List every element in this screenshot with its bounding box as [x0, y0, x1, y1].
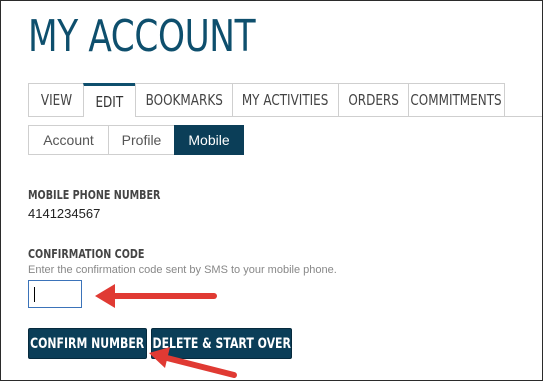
confirm-number-label: CONFIRM NUMBER	[30, 335, 145, 352]
tab-commitments[interactable]: COMMITMENTS	[408, 83, 505, 116]
annotation-arrow-icon	[95, 284, 217, 308]
page-title: MY ACCOUNT	[28, 11, 256, 62]
tab-label: BOOKMARKS	[145, 91, 223, 109]
tab-bookmarks[interactable]: BOOKMARKS	[135, 83, 233, 116]
subtab-mobile[interactable]: Mobile	[174, 125, 244, 155]
account-page: MY ACCOUNT VIEW EDIT BOOKMARKS MY ACTIVI…	[0, 0, 543, 381]
tab-orders[interactable]: ORDERS	[338, 83, 409, 116]
tab-my-activities[interactable]: MY ACTIVITIES	[232, 83, 339, 116]
phone-label: MOBILE PHONE NUMBER	[28, 188, 161, 202]
tab-label: COMMITMENTS	[410, 91, 503, 109]
phone-value: 4141234567	[28, 206, 101, 221]
tab-label: EDIT	[95, 92, 124, 111]
text-caret	[34, 287, 35, 302]
secondary-tabs: Account Profile Mobile	[28, 125, 244, 155]
tab-view[interactable]: VIEW	[28, 83, 84, 116]
subtab-profile[interactable]: Profile	[108, 125, 175, 155]
confirmation-code-label: CONFIRMATION CODE	[28, 247, 145, 261]
tab-label: MY ACTIVITIES	[242, 91, 329, 109]
primary-tabs: VIEW EDIT BOOKMARKS MY ACTIVITIES ORDERS…	[28, 83, 542, 117]
confirmation-code-help: Enter the confirmation code sent by SMS …	[28, 264, 337, 276]
subtab-account[interactable]: Account	[28, 125, 109, 155]
delete-start-over-label: DELETE & START OVER	[152, 335, 291, 352]
tab-label: ORDERS	[348, 91, 399, 109]
tab-edit[interactable]: EDIT	[83, 83, 136, 117]
confirmation-code-input[interactable]	[28, 280, 82, 308]
confirm-number-button[interactable]: CONFIRM NUMBER	[28, 328, 147, 359]
delete-start-over-button[interactable]: DELETE & START OVER	[151, 328, 292, 359]
tab-label: VIEW	[40, 91, 72, 109]
